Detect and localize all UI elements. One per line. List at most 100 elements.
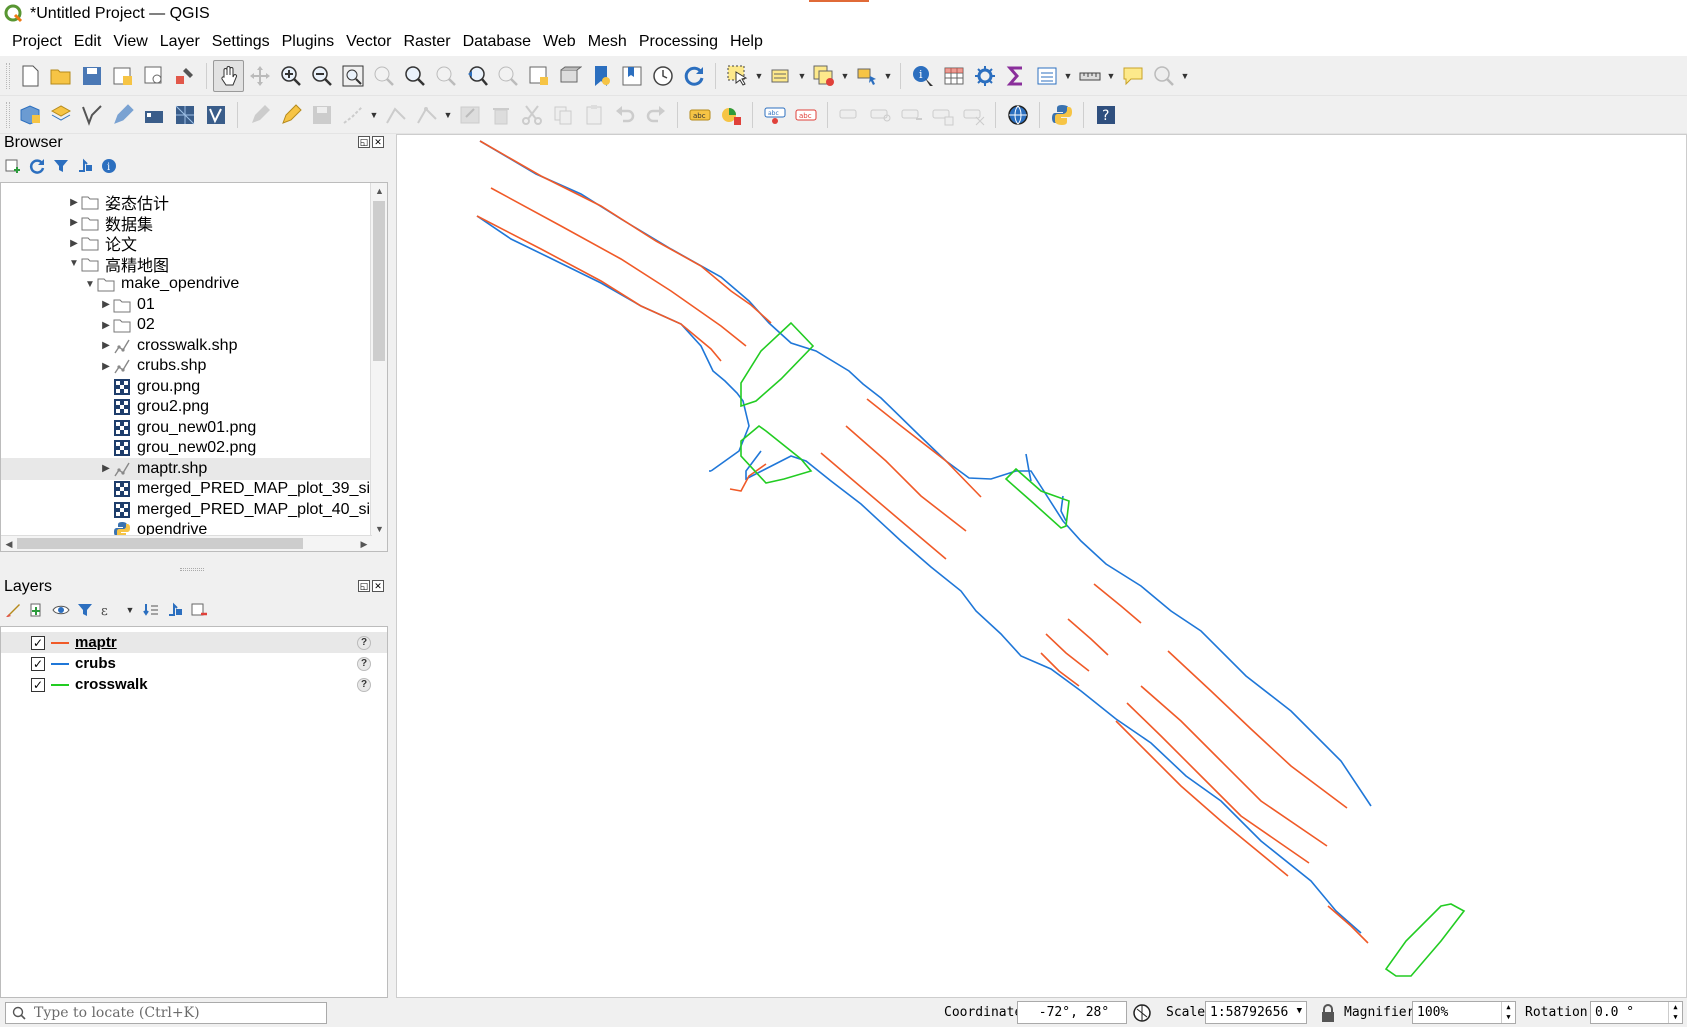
temporal-controller-button[interactable] [647, 60, 678, 92]
chevron-right-icon[interactable]: ▶ [67, 238, 81, 249]
menu-web[interactable]: Web [537, 33, 582, 51]
select-by-value-dropdown[interactable]: ▼ [796, 60, 808, 92]
float-panel-icon[interactable]: ◱ [358, 580, 370, 592]
new-3d-view-button[interactable] [554, 60, 585, 92]
identify-features-button[interactable]: i [907, 60, 938, 92]
close-panel-icon[interactable]: ✕ [372, 580, 384, 592]
scroll-thumb[interactable] [373, 201, 385, 361]
unknown-crs-icon[interactable]: ? [357, 656, 371, 671]
zoom-last-button[interactable] [461, 60, 492, 92]
menu-project[interactable]: Project [6, 33, 68, 51]
chevron-down-icon[interactable]: ▼ [67, 258, 81, 269]
menu-processing[interactable]: Processing [633, 33, 724, 51]
toggle-editing-button[interactable] [275, 99, 306, 131]
browser-item[interactable]: ▶ crubs.shp [1, 355, 372, 377]
zoom-in-button[interactable] [275, 60, 306, 92]
browser-item[interactable]: merged_PRED_MAP_plot_40_si [1, 499, 372, 521]
filter-icon[interactable] [52, 157, 70, 175]
locator-button[interactable] [1148, 60, 1179, 92]
browser-item[interactable]: grou2.png [1, 396, 372, 418]
modify-attributes-button[interactable] [454, 99, 485, 131]
measure-button[interactable] [1074, 60, 1105, 92]
refresh-button[interactable] [678, 60, 709, 92]
layer-row-crosswalk[interactable]: ✓ crosswalk ? [1, 674, 387, 695]
menu-plugins[interactable]: Plugins [276, 33, 340, 51]
digitize-pencil-button[interactable] [107, 99, 138, 131]
rotate-label-button[interactable] [865, 99, 896, 131]
vertex-all-layers-button[interactable] [411, 99, 442, 131]
digitize-dropdown[interactable]: ▼ [368, 99, 380, 131]
layer-row-crubs[interactable]: ✓ crubs ? [1, 653, 387, 674]
vertex-dropdown[interactable]: ▼ [442, 99, 454, 131]
layer-visibility-checkbox[interactable]: ✓ [31, 677, 45, 692]
delete-selected-button[interactable] [485, 99, 516, 131]
label-properties-button[interactable] [927, 99, 958, 131]
zoom-to-selection-button[interactable] [368, 60, 399, 92]
save-edits-button[interactable] [306, 99, 337, 131]
browser-vertical-scrollbar[interactable]: ▲ ▼ [370, 183, 387, 551]
menu-help[interactable]: Help [724, 33, 769, 51]
browser-item[interactable]: ▶ 姿态估计 [1, 191, 372, 213]
chevron-right-icon[interactable]: ▶ [99, 463, 113, 474]
data-source-manager-button[interactable] [14, 99, 45, 131]
zoom-to-layer-button[interactable] [399, 60, 430, 92]
browser-item[interactable]: ▶ 02 [1, 314, 372, 336]
measure-dropdown[interactable]: ▼ [1105, 60, 1117, 92]
browser-item[interactable]: ▶ 数据集 [1, 212, 372, 234]
show-bookmarks-button[interactable] [616, 60, 647, 92]
menu-database[interactable]: Database [457, 33, 538, 51]
chevron-down-icon[interactable]: ▼ [83, 279, 97, 290]
select-location-button[interactable] [851, 60, 882, 92]
select-features-dropdown[interactable]: ▼ [753, 60, 765, 92]
menu-edit[interactable]: Edit [68, 33, 108, 51]
spin-arrows-icon[interactable]: ▲ ▼ [1501, 1002, 1515, 1023]
deselect-dropdown[interactable]: ▼ [839, 60, 851, 92]
show-labels-button[interactable]: abc [790, 99, 821, 131]
unknown-crs-icon[interactable]: ? [357, 635, 371, 650]
map-canvas[interactable] [396, 134, 1687, 998]
collapse-all-icon[interactable] [166, 601, 184, 619]
copy-features-button[interactable] [547, 99, 578, 131]
layer-labeling-button[interactable]: abc [684, 99, 715, 131]
select-features-button[interactable] [722, 60, 753, 92]
layout-manager-button[interactable] [138, 60, 169, 92]
map-tips-button[interactable] [1117, 60, 1148, 92]
add-selected-layers-icon[interactable] [4, 157, 22, 175]
scroll-up-arrow-icon[interactable]: ▲ [371, 183, 387, 199]
extents-toggle-icon[interactable] [1132, 1003, 1152, 1023]
current-edits-button[interactable] [244, 99, 275, 131]
python-console-button[interactable] [1046, 99, 1077, 131]
menu-settings[interactable]: Settings [206, 33, 276, 51]
select-by-value-button[interactable] [765, 60, 796, 92]
select-location-dropdown[interactable]: ▼ [882, 60, 894, 92]
menu-vector[interactable]: Vector [340, 33, 397, 51]
menu-raster[interactable]: Raster [397, 33, 456, 51]
add-vector-layer-button[interactable] [76, 99, 107, 131]
browser-horizontal-scrollbar[interactable]: ◀ ▶ [1, 535, 372, 551]
diagram-options-button[interactable] [715, 99, 746, 131]
menu-layer[interactable]: Layer [154, 33, 206, 51]
open-project-button[interactable] [45, 60, 76, 92]
toolbar-grip[interactable] [6, 62, 10, 89]
undo-button[interactable] [609, 99, 640, 131]
add-raster-layer-button[interactable] [138, 99, 169, 131]
zoom-native-button[interactable] [430, 60, 461, 92]
browser-item[interactable]: grou.png [1, 376, 372, 398]
new-bookmark-button[interactable] [585, 60, 616, 92]
browser-item[interactable]: ▶ 01 [1, 294, 372, 316]
save-project-button[interactable] [76, 60, 107, 92]
scroll-down-arrow-icon[interactable]: ▼ [371, 521, 387, 537]
magnifier-spinbox[interactable]: 100% ▲ ▼ [1412, 1001, 1516, 1024]
chevron-right-icon[interactable]: ▶ [67, 217, 81, 228]
panel-splitter[interactable] [180, 568, 204, 571]
locator-dropdown[interactable]: ▼ [1179, 60, 1191, 92]
attribute-table-dropdown[interactable]: ▼ [1062, 60, 1074, 92]
style-manager-button[interactable] [169, 60, 200, 92]
pan-to-selection-button[interactable] [244, 60, 275, 92]
lock-scale-icon[interactable] [1319, 1003, 1337, 1023]
expand-all-icon[interactable] [142, 601, 160, 619]
collapse-all-icon[interactable] [76, 157, 94, 175]
vertex-tool-button[interactable] [380, 99, 411, 131]
add-mesh-layer-button[interactable] [169, 99, 200, 131]
rotation-spinbox[interactable]: 0.0 ° ▲ ▼ [1590, 1001, 1683, 1024]
